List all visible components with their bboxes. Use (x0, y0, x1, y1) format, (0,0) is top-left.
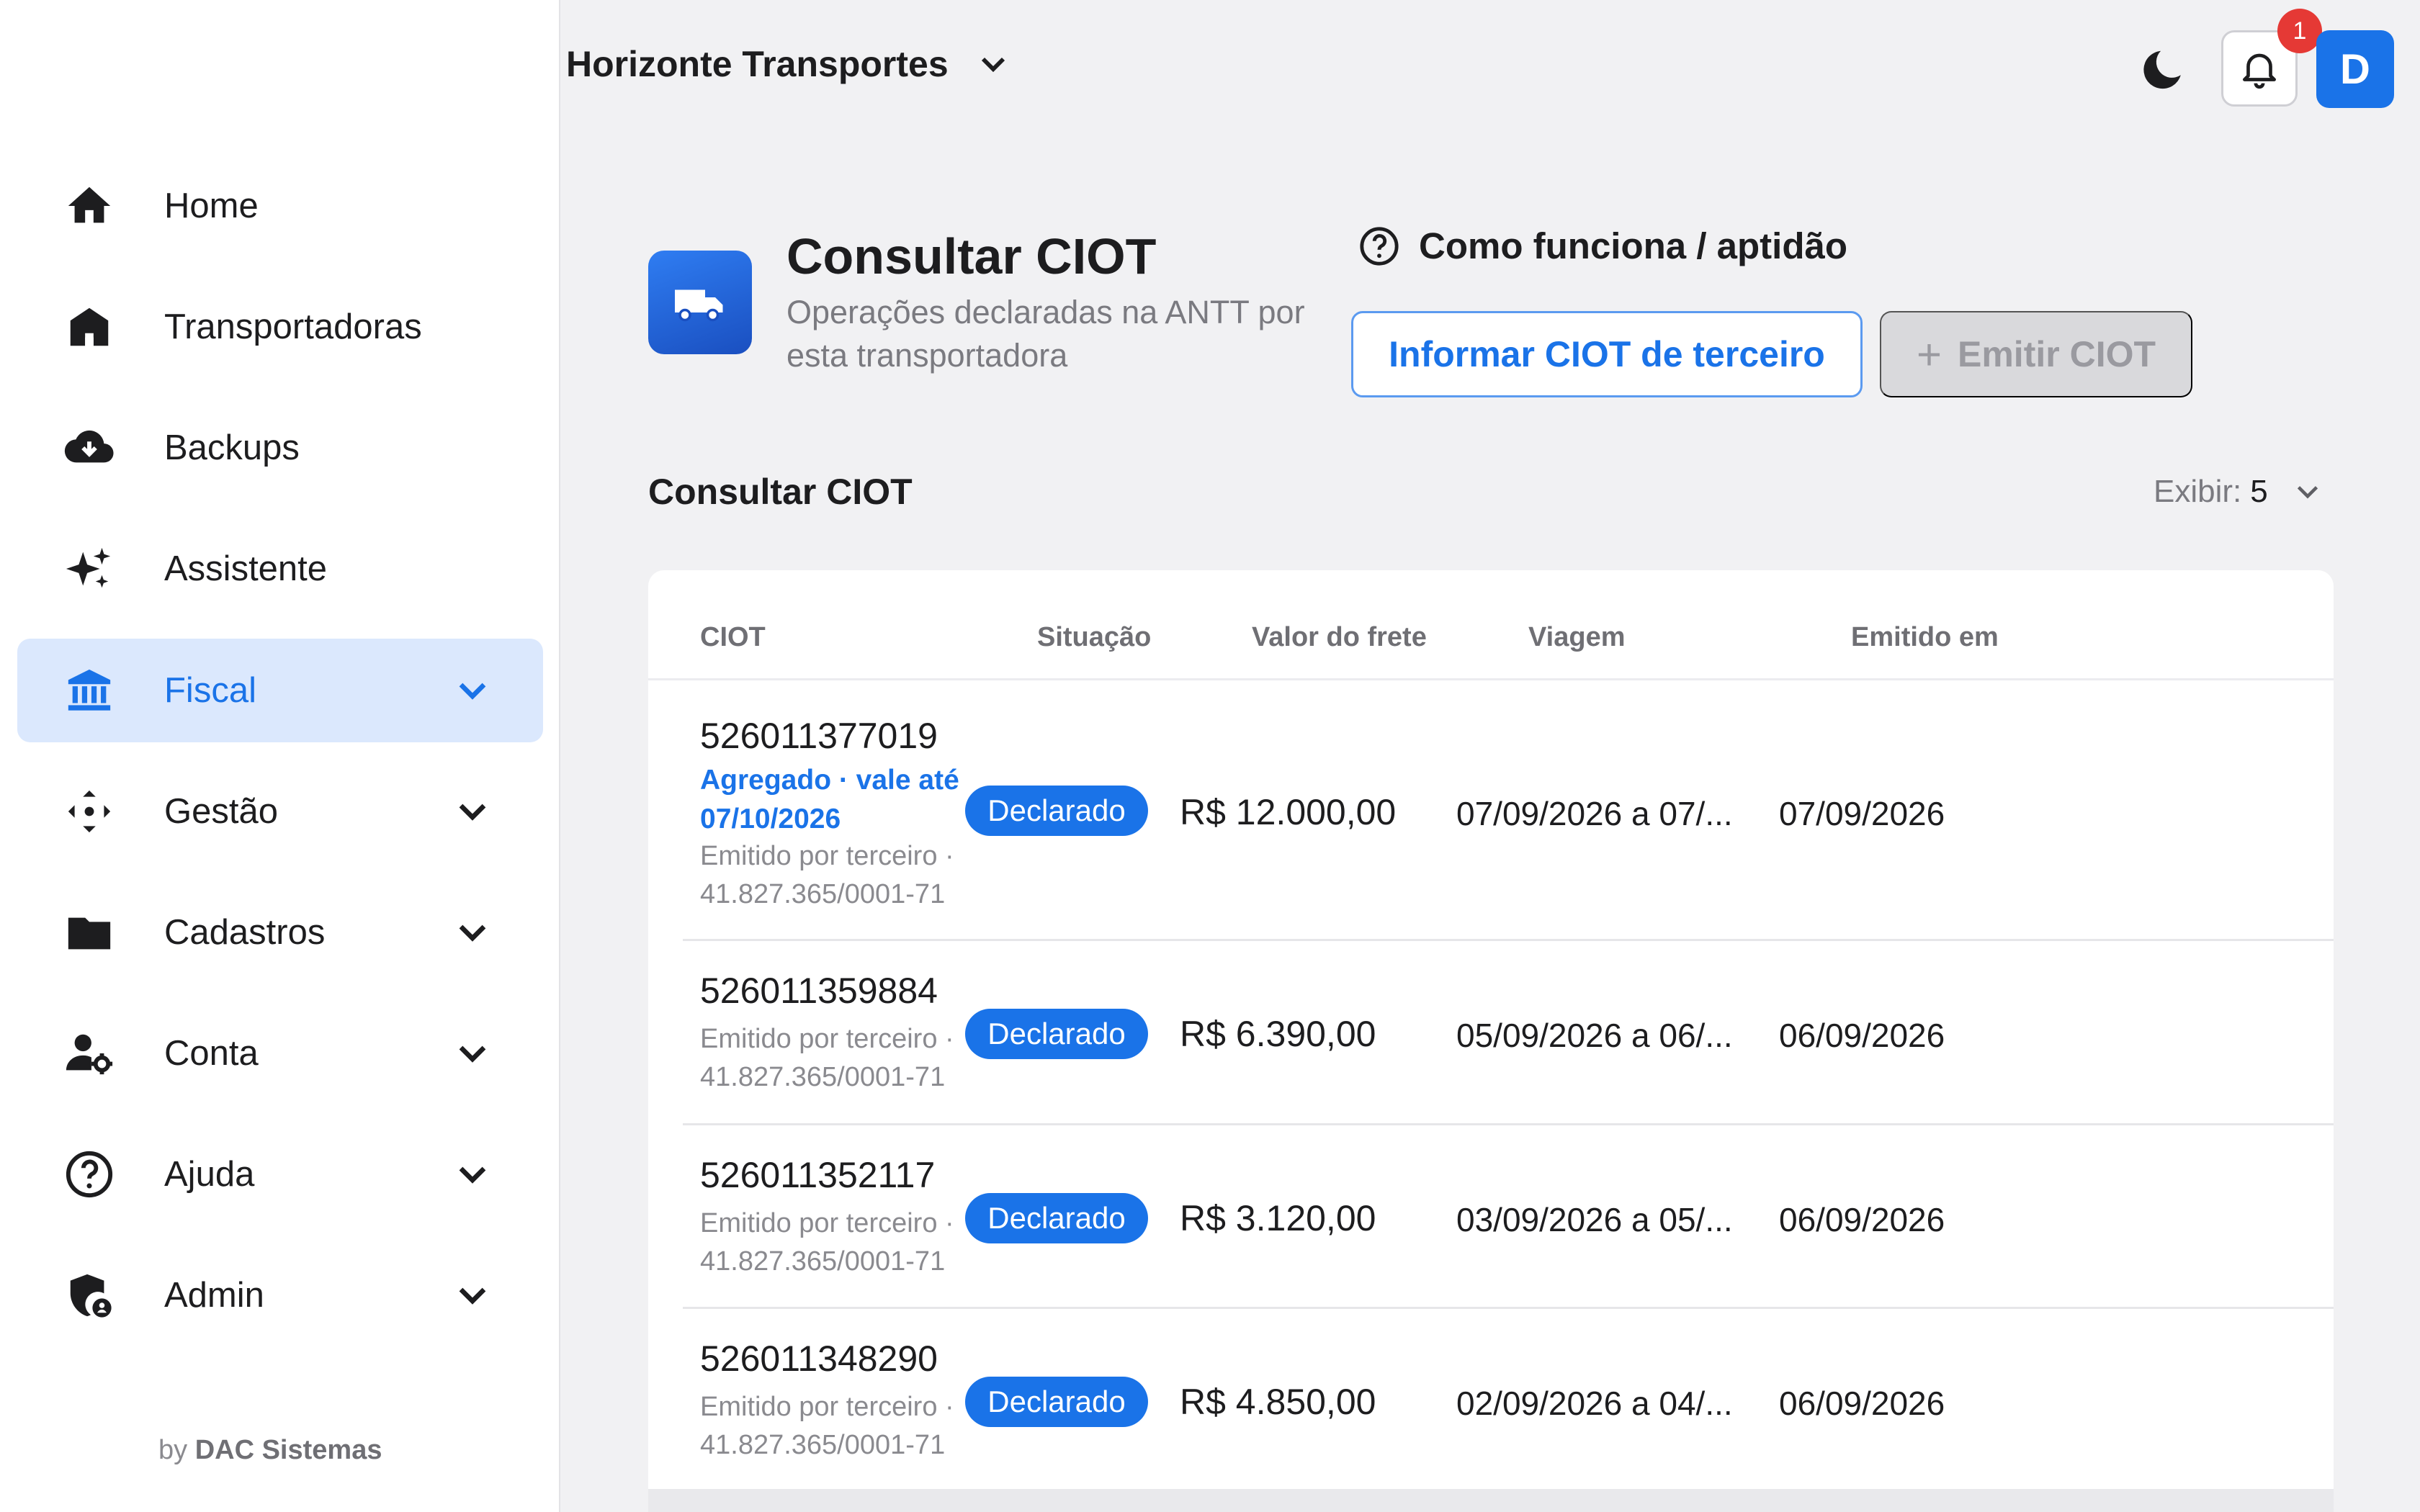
sidebar-item-home[interactable]: Home (17, 154, 543, 258)
chevron-down-icon (981, 57, 1005, 73)
bank-icon (60, 662, 118, 719)
truck-icon (648, 251, 752, 354)
issued-date: 06/09/2026 (1779, 1385, 1945, 1422)
sidebar-item-backups[interactable]: Backups (17, 396, 543, 500)
sidebar-item-label: Home (164, 186, 259, 225)
sidebar-item-ajuda[interactable]: Ajuda (17, 1122, 543, 1226)
chevron-down-icon (449, 909, 496, 955)
aggregated-info: Agregado · vale até 07/10/2026 (700, 765, 959, 834)
table-row[interactable]: 526011359884 Emitido por terceiro · 41.8… (683, 941, 2334, 1125)
help-link-label: Como funciona / aptidão (1419, 225, 1847, 266)
sidebar-item-cadastros[interactable]: Cadastros (17, 881, 543, 984)
sidebar-item-conta[interactable]: Conta (17, 1002, 543, 1105)
sidebar-item-label: Ajuda (164, 1155, 255, 1194)
ciot-number: 526011377019 (700, 716, 938, 756)
sidebar-item-assistente[interactable]: Assistente (17, 517, 543, 621)
ciot-number: 526011352117 (700, 1155, 936, 1195)
company-selector[interactable]: Horizonte Transportes (566, 43, 1013, 85)
sidebar: Home Transportadoras Backups Assistente … (0, 0, 560, 1512)
sidebar-item-label: Transportadoras (164, 307, 422, 346)
sidebar-item-label: Assistente (164, 549, 328, 588)
chevron-down-icon (449, 1151, 496, 1197)
table-row[interactable]: 526011352117 Emitido por terceiro · 41.8… (683, 1125, 2334, 1309)
sidebar-item-label: Cadastros (164, 913, 326, 952)
sidebar-item-label: Admin (164, 1276, 264, 1315)
status-badge: Declarado (965, 786, 1148, 836)
footer-brand: DAC Sistemas (194, 1435, 382, 1465)
column-header-situacao[interactable]: Situação (1037, 622, 1151, 653)
sidebar-item-label: Conta (164, 1034, 259, 1073)
page-title: Consultar CIOT (786, 228, 1157, 284)
column-header-valor[interactable]: Valor do frete (1252, 622, 1427, 653)
sidebar-item-transportadoras[interactable]: Transportadoras (17, 275, 543, 379)
sidebar-footer: by DAC Sistemas (158, 1435, 382, 1466)
admin-shield-icon (60, 1266, 118, 1324)
chevron-down-icon (449, 788, 496, 834)
issued-date: 06/09/2026 (1779, 1201, 1945, 1238)
freight-value: R$ 12.000,00 (1180, 792, 1397, 832)
moon-icon[interactable] (2138, 45, 2188, 95)
issuer-info: Emitido por terceiro · 41.827.365/0001-7… (700, 1392, 954, 1460)
page-subtitle: Operações declaradas na ANTT por esta tr… (786, 294, 1305, 374)
issuer-info: Emitido por terceiro · 41.827.365/0001-7… (700, 1208, 954, 1277)
status-badge: Declarado (965, 1009, 1148, 1059)
page-size-label: Exibir: (2154, 474, 2242, 509)
user-settings-icon (60, 1025, 118, 1082)
help-circle-icon (1360, 226, 1399, 266)
emitir-ciot-label: Emitir CIOT (1958, 334, 2156, 374)
issuer-info: Emitido por terceiro · 41.827.365/0001-7… (700, 841, 954, 909)
table-row (648, 1489, 2334, 1512)
sidebar-item-fiscal[interactable]: Fiscal (17, 639, 543, 742)
sidebar-item-label: Fiscal (164, 671, 256, 710)
folder-icon (60, 904, 118, 961)
chevron-down-icon (449, 1030, 496, 1076)
trip-period: 07/09/2026 a 07/... (1456, 795, 1733, 832)
notification-badge: 1 (2277, 9, 2322, 53)
company-name: Horizonte Transportes (566, 44, 949, 84)
sparkles-icon (60, 540, 118, 598)
informar-ciot-terceiro-button[interactable]: Informar CIOT de terceiro (1351, 311, 1863, 397)
sidebar-item-gestao[interactable]: Gestão (17, 760, 543, 863)
status-badge: Declarado (965, 1193, 1148, 1243)
chevron-down-icon (449, 1272, 496, 1318)
section-title: Consultar CIOT (648, 472, 913, 512)
ciot-number: 526011348290 (700, 1338, 938, 1379)
sidebar-item-label: Gestão (164, 792, 278, 831)
emitir-ciot-button[interactable]: + Emitir CIOT (1880, 311, 2192, 397)
help-link[interactable]: Como funciona / aptidão (1358, 225, 1847, 267)
trip-period: 03/09/2026 a 05/... (1456, 1201, 1733, 1238)
page-size-select[interactable]: Exibir: 5 (2154, 474, 2326, 510)
column-header-emitido[interactable]: Emitido em (1851, 622, 1999, 653)
home-icon (60, 177, 118, 235)
ciot-number: 526011359884 (700, 971, 938, 1011)
plus-icon: + (1916, 330, 1942, 379)
status-badge: Declarado (965, 1377, 1148, 1427)
move-icon (60, 783, 118, 840)
issued-date: 06/09/2026 (1779, 1017, 1945, 1054)
trip-period: 05/09/2026 a 06/... (1456, 1017, 1733, 1054)
column-header-ciot[interactable]: CIOT (700, 622, 766, 653)
avatar[interactable]: D (2316, 30, 2394, 108)
table-row[interactable]: 526011348290 Emitido por terceiro · 41.8… (683, 1309, 2334, 1489)
table-row[interactable]: 526011377019 Agregado · vale até 07/10/2… (683, 680, 2334, 941)
freight-value: R$ 4.850,00 (1180, 1382, 1376, 1422)
cloud-download-icon (60, 419, 118, 477)
page-size-value: 5 (2250, 474, 2268, 509)
chevron-down-icon (2297, 486, 2318, 499)
freight-value: R$ 3.120,00 (1180, 1198, 1376, 1238)
ciot-table: CIOT Situação Valor do frete Viagem Emit… (648, 570, 2334, 1512)
help-icon (60, 1146, 118, 1203)
freight-value: R$ 6.390,00 (1180, 1014, 1376, 1054)
sidebar-item-admin[interactable]: Admin (17, 1243, 543, 1347)
issued-date: 07/09/2026 (1779, 795, 1945, 832)
column-header-viagem[interactable]: Viagem (1528, 622, 1625, 653)
issuer-info: Emitido por terceiro · 41.827.365/0001-7… (700, 1024, 954, 1092)
chevron-down-icon (449, 667, 496, 714)
bell-icon (2243, 53, 2276, 89)
trip-period: 02/09/2026 a 04/... (1456, 1385, 1733, 1422)
sidebar-item-label: Backups (164, 428, 300, 467)
building-icon (60, 298, 118, 356)
footer-prefix: by (158, 1435, 188, 1465)
